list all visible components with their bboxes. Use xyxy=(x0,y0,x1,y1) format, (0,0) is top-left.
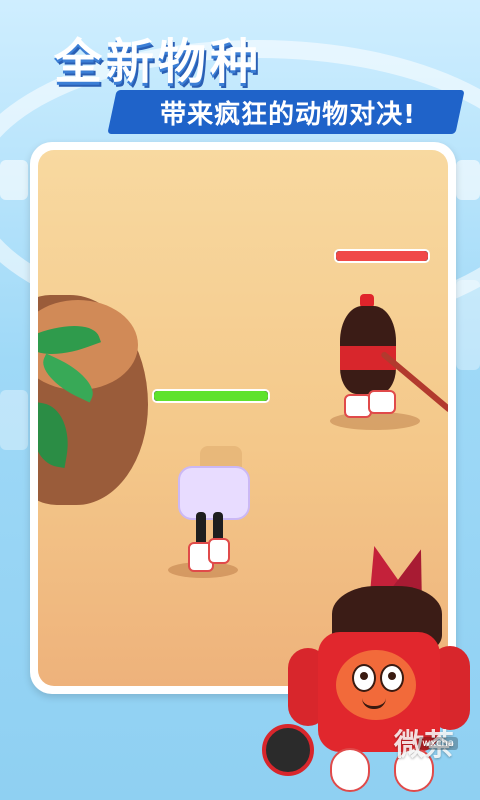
enemy-shadow xyxy=(330,412,420,430)
mascot-wheel-left xyxy=(262,724,314,776)
background-rail-right xyxy=(456,160,480,200)
mascot-pupil xyxy=(360,672,368,680)
player-shoe xyxy=(208,538,230,564)
player-health-bar xyxy=(152,389,270,403)
enemy-health-bar xyxy=(334,249,430,263)
background-rail-left-low xyxy=(0,390,28,450)
mascot-face xyxy=(336,650,416,720)
mascot-leg-left xyxy=(330,748,370,792)
watermark-url: wxcha xyxy=(418,737,458,750)
background-rail-right-low xyxy=(456,280,480,370)
enemy-shoe xyxy=(368,390,396,414)
background-rail-left xyxy=(0,160,28,200)
promo-subtitle: 带来疯狂的动物对决! xyxy=(160,99,416,130)
enemy-health-fill xyxy=(336,251,428,261)
player-health-fill xyxy=(154,391,268,401)
mascot-pupil xyxy=(388,672,396,680)
promo-title: 全新物种 xyxy=(54,34,263,90)
